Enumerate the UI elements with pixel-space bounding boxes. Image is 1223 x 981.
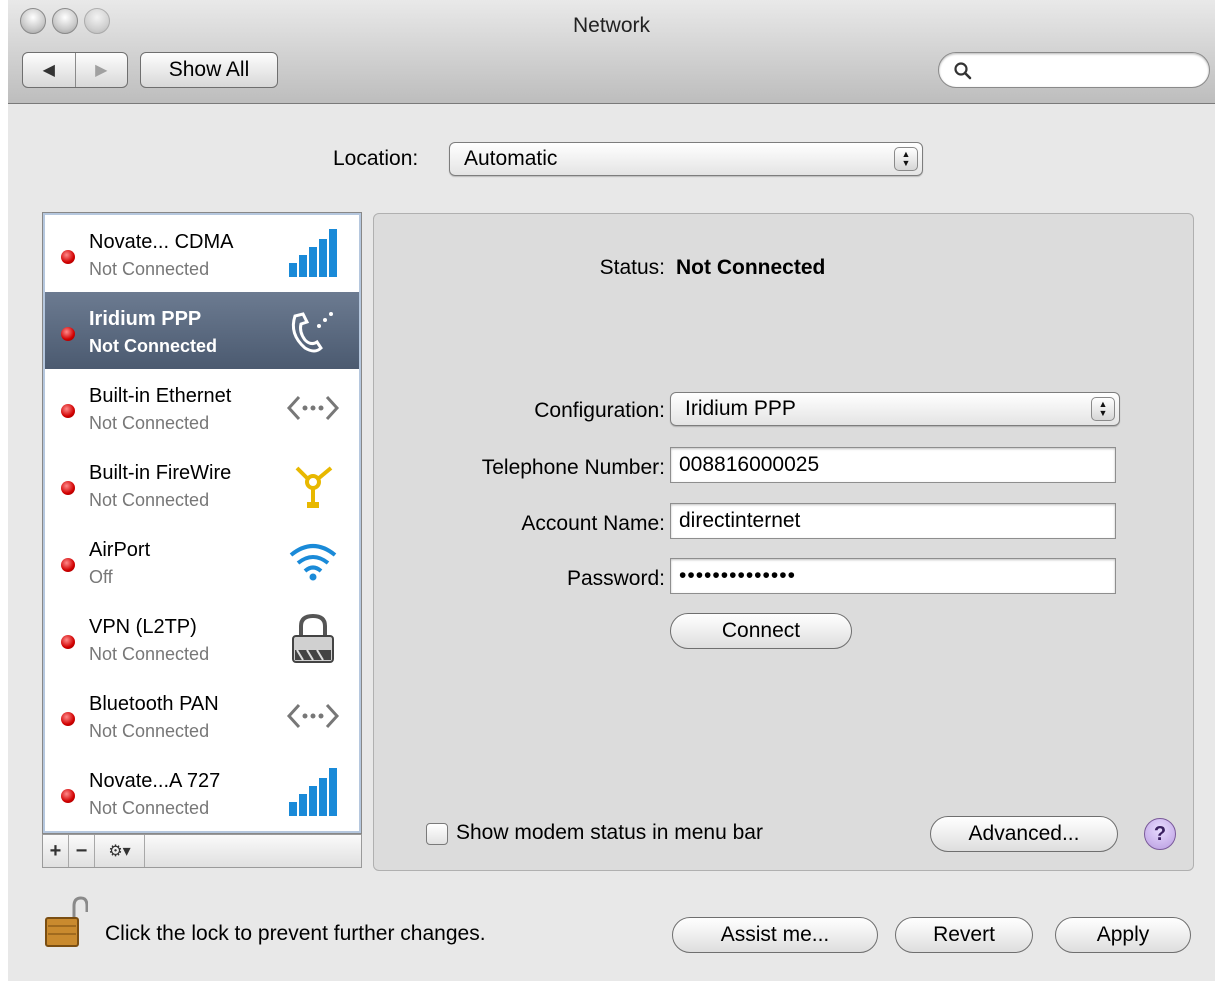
- service-item-builtin-ethernet[interactable]: Built-in Ethernet Not Connected: [45, 369, 359, 446]
- assist-me-button[interactable]: Assist me...: [672, 917, 878, 953]
- account-name-label: Account Name:: [521, 512, 665, 535]
- remove-service-button[interactable]: −: [69, 835, 95, 867]
- service-status: Not Connected: [89, 259, 210, 279]
- ethernet-arrows-icon: [286, 703, 340, 729]
- advanced-button[interactable]: Advanced...: [930, 816, 1118, 852]
- vpn-lock-icon: [292, 613, 334, 663]
- status-dot-icon: [61, 250, 75, 264]
- cellular-signal-icon: [289, 229, 337, 277]
- updown-arrows-icon: ▲ ▼: [1091, 397, 1115, 421]
- account-name-field[interactable]: directinternet: [670, 503, 1116, 539]
- password-label: Password:: [566, 567, 665, 590]
- modem-status-checkbox[interactable]: [426, 823, 448, 845]
- service-name: Built-in Ethernet: [89, 385, 232, 407]
- cellular-signal-icon: [289, 768, 337, 816]
- service-status: Not Connected: [89, 721, 210, 741]
- telephone-number-field[interactable]: 008816000025: [670, 447, 1116, 483]
- service-status: Not Connected: [89, 413, 210, 433]
- service-item-iridium-ppp[interactable]: Iridium PPP Not Connected: [45, 292, 359, 369]
- gear-menu-icon[interactable]: ⚙▾: [95, 835, 145, 867]
- service-status: Not Connected: [89, 798, 210, 818]
- service-status: Not Connected: [89, 490, 210, 510]
- status-dot-icon: [61, 327, 75, 341]
- updown-arrows-icon: ▲ ▼: [894, 147, 918, 171]
- wifi-icon: [289, 544, 337, 581]
- configuration-label: Configuration:: [534, 399, 665, 422]
- forward-button[interactable]: ▶: [74, 53, 128, 87]
- location-popup[interactable]: Automatic ▲ ▼: [449, 142, 923, 176]
- unlocked-padlock-icon[interactable]: [44, 896, 88, 948]
- service-status: Off: [89, 567, 113, 587]
- add-service-button[interactable]: +: [43, 835, 69, 867]
- status-dot-icon: [61, 404, 75, 418]
- service-name: Novate...A 727: [89, 770, 221, 792]
- back-arrow-icon: ◀: [42, 62, 55, 79]
- status-value: Not Connected: [676, 256, 826, 279]
- status-dot-icon: [61, 712, 75, 726]
- status-dot-icon: [61, 635, 75, 649]
- show-all-button[interactable]: Show All: [140, 52, 278, 88]
- location-label: Location:: [333, 147, 419, 170]
- service-name: Bluetooth PAN: [89, 693, 219, 715]
- service-name: Iridium PPP: [89, 308, 202, 330]
- network-window: Network ◀ ▶ Show All Location: Automatic…: [8, 0, 1215, 981]
- service-name: AirPort: [89, 539, 151, 561]
- service-status: Not Connected: [89, 644, 210, 664]
- status-label: Status:: [599, 256, 665, 279]
- service-item-builtin-firewire[interactable]: Built-in FireWire Not Connected: [45, 446, 359, 523]
- modem-status-label: Show modem status in menu bar: [456, 821, 763, 844]
- lock-status-text: Click the lock to prevent further change…: [105, 922, 486, 945]
- forward-arrow-icon: ▶: [95, 62, 108, 79]
- configuration-value: Iridium PPP: [685, 397, 796, 420]
- help-button[interactable]: ?: [1144, 818, 1176, 850]
- search-field[interactable]: [938, 52, 1210, 88]
- status-dot-icon: [61, 789, 75, 803]
- firewire-icon: [295, 466, 333, 508]
- service-item-airport[interactable]: AirPort Off: [45, 523, 359, 600]
- service-name: Built-in FireWire: [89, 462, 232, 484]
- window-title: Network: [572, 14, 651, 37]
- service-name: Novate... CDMA: [89, 231, 234, 253]
- service-item-novatel-cdma[interactable]: Novate... CDMA Not Connected: [45, 215, 359, 292]
- ethernet-arrows-icon: [286, 395, 340, 421]
- status-dot-icon: [61, 481, 75, 495]
- telephone-number-label: Telephone Number:: [481, 456, 665, 479]
- password-field[interactable]: ••••••••••••••: [670, 558, 1116, 594]
- service-item-vpn-l2tp[interactable]: VPN (L2TP) Not Connected: [45, 600, 359, 677]
- configuration-popup[interactable]: Iridium PPP ▲ ▼: [670, 392, 1120, 426]
- telephone-modem-icon: [291, 312, 333, 353]
- service-item-novatel-727[interactable]: Novate...A 727 Not Connected: [45, 754, 359, 831]
- service-item-bluetooth-pan[interactable]: Bluetooth PAN Not Connected: [45, 677, 359, 754]
- search-icon: [954, 62, 972, 80]
- service-list[interactable]: Novate... CDMA Not Connected Iridium PPP…: [42, 212, 362, 834]
- status-dot-icon: [61, 558, 75, 572]
- back-forward-control: ◀ ▶: [22, 52, 128, 88]
- service-list-actions: + − ⚙▾: [42, 834, 362, 868]
- revert-button[interactable]: Revert: [895, 917, 1033, 953]
- service-detail-panel: Status: Not Connected Configuration: Iri…: [373, 213, 1194, 871]
- back-button[interactable]: ◀: [23, 53, 75, 87]
- toolbar: Network ◀ ▶ Show All: [8, 0, 1215, 104]
- apply-button[interactable]: Apply: [1055, 917, 1191, 953]
- service-name: VPN (L2TP): [89, 616, 197, 638]
- location-value: Automatic: [464, 147, 558, 170]
- service-status: Not Connected: [89, 336, 217, 356]
- connect-button[interactable]: Connect: [670, 613, 852, 649]
